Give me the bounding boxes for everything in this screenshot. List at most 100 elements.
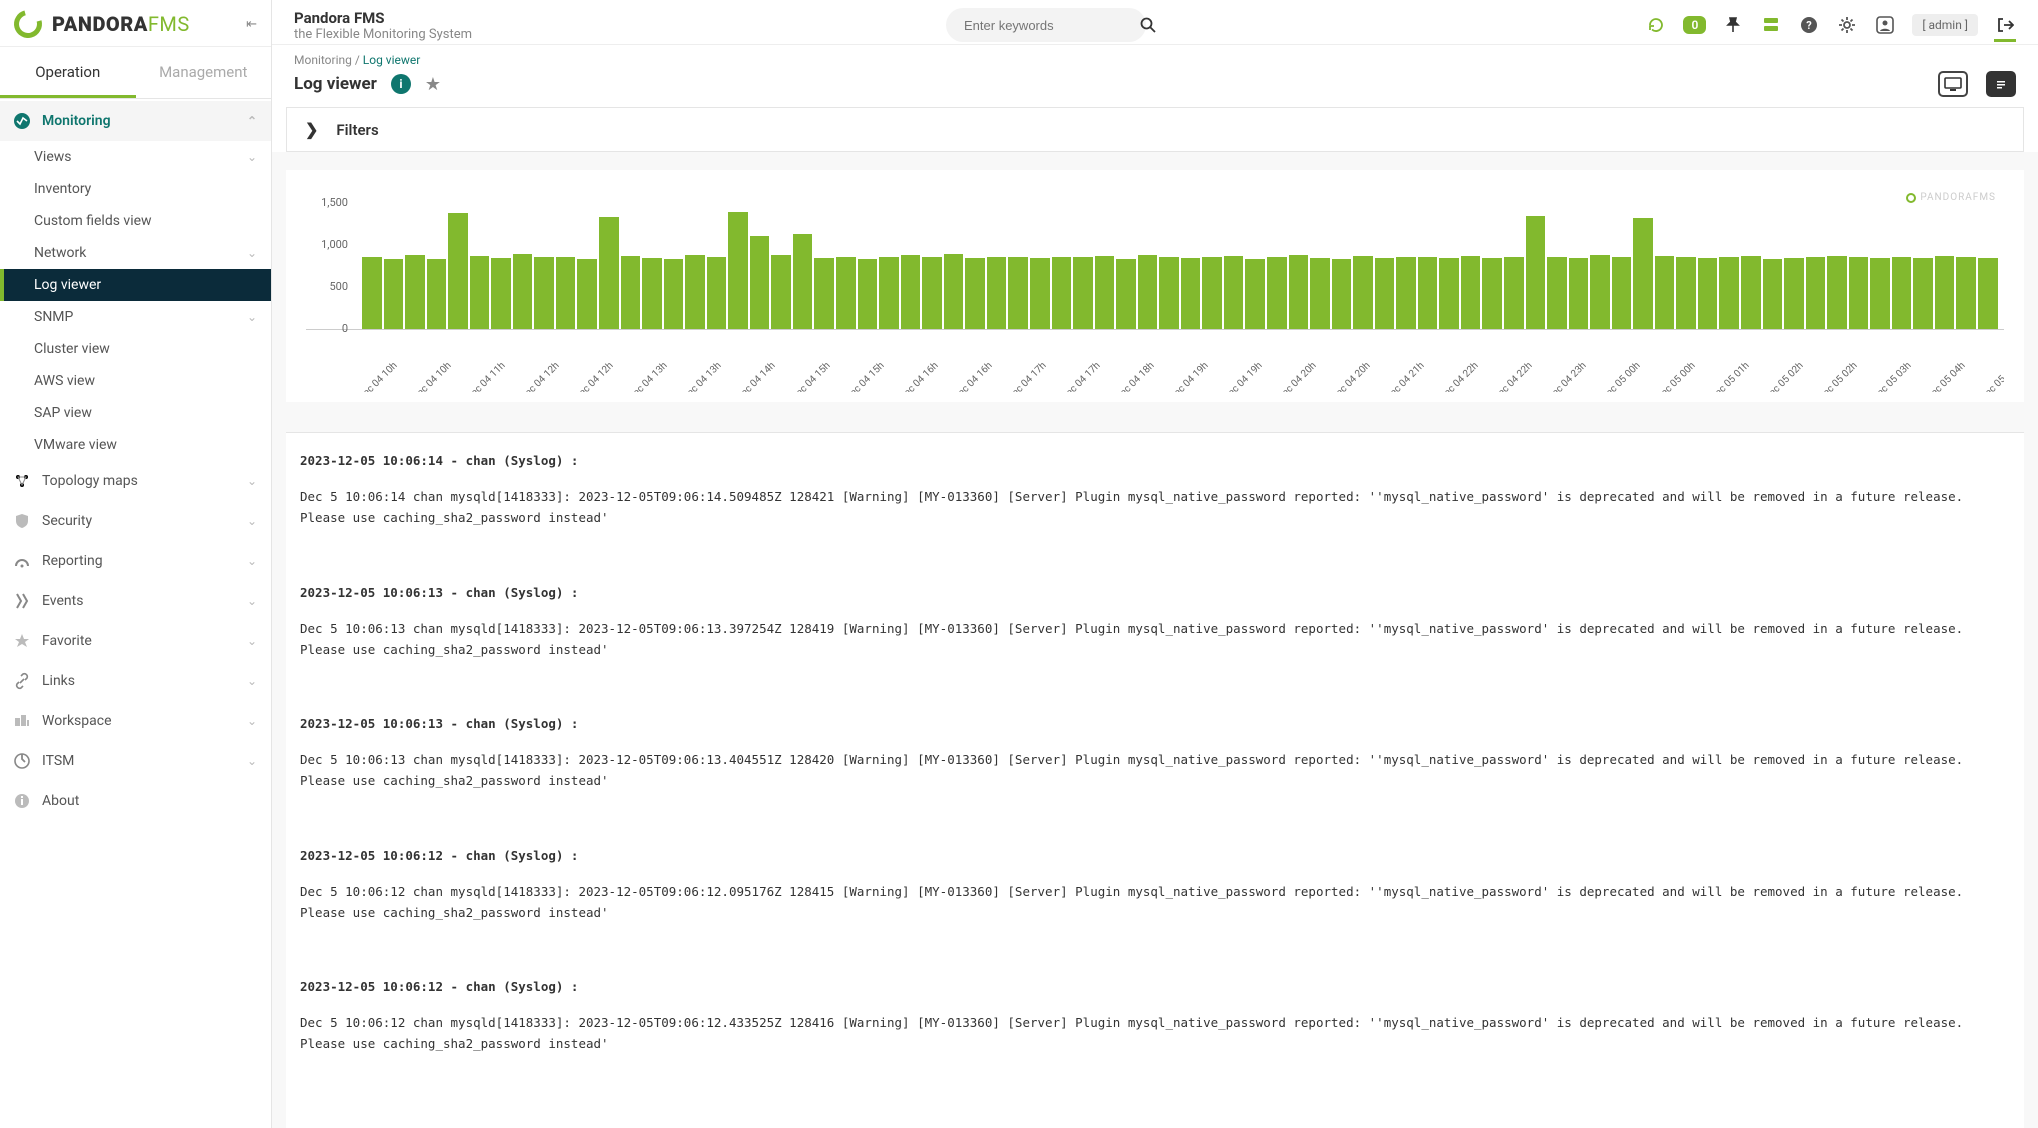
chart-bar[interactable] [491,258,511,329]
chart-bar[interactable] [1332,259,1352,329]
search-box[interactable] [946,8,1146,42]
user-icon[interactable] [1874,14,1896,36]
chart-bar[interactable] [1073,257,1093,329]
nav-item-log-viewer[interactable]: Log viewer [0,269,271,301]
nav-item-custom-fields-view[interactable]: Custom fields view [0,205,271,237]
chart-bar[interactable] [1590,255,1610,329]
nav-group-itsm[interactable]: ITSM⌄ [0,741,271,781]
chart-bar[interactable] [922,257,942,329]
chart-bar[interactable] [427,259,447,329]
chart-bar[interactable] [1504,257,1524,329]
chart-bar[interactable] [879,257,899,329]
filters-toggle[interactable]: ❯ Filters [286,107,2024,152]
chart-bar[interactable] [556,257,576,329]
chart-bar[interactable] [1375,258,1395,329]
nav-item-vmware-view[interactable]: VMware view [0,429,271,461]
info-icon[interactable]: i [391,74,411,94]
chart-bar[interactable] [1181,258,1201,329]
chart-bar[interactable] [642,258,662,329]
nav-item-cluster-view[interactable]: Cluster view [0,333,271,365]
chart-bar[interactable] [1289,255,1309,329]
chart-bar[interactable] [1159,257,1179,329]
chart-bar[interactable] [750,236,770,329]
nav-item-views[interactable]: Views⌄ [0,141,271,173]
chart-bar[interactable] [1353,256,1373,329]
nav-item-inventory[interactable]: Inventory [0,173,271,205]
gear-icon[interactable] [1836,14,1858,36]
chart-bar[interactable] [621,256,641,329]
chart-bar[interactable] [1526,216,1546,329]
chart-bar[interactable] [901,255,921,329]
chart-bar[interactable] [599,217,619,329]
search-input[interactable] [964,18,1140,33]
chart-bar[interactable] [1827,256,1847,329]
chart-bar[interactable] [1698,258,1718,329]
chart-bar[interactable] [1655,256,1675,329]
nav-section-monitoring[interactable]: Monitoring ⌃ [0,101,271,141]
nav-group-events[interactable]: Events⌄ [0,581,271,621]
chart-bar[interactable] [1913,258,1933,329]
chart-bar[interactable] [1482,258,1502,329]
refresh-icon[interactable] [1645,14,1667,36]
nav-item-aws-view[interactable]: AWS view [0,365,271,397]
chart-bar[interactable] [534,257,554,329]
nav-group-links[interactable]: Links⌄ [0,661,271,701]
user-label[interactable]: [ admin ] [1912,14,1978,36]
nav-group-reporting[interactable]: Reporting⌄ [0,541,271,581]
chart-bar[interactable] [1461,256,1481,329]
chart-bar[interactable] [1202,257,1222,329]
breadcrumb-current[interactable]: Log viewer [363,53,421,67]
chart-bar[interactable] [1030,258,1050,329]
chart-bar[interactable] [448,213,468,329]
nav-group-about[interactable]: About [0,781,271,821]
chart-bar[interactable] [1763,259,1783,329]
chart-bar[interactable] [1741,256,1761,329]
chart-bar[interactable] [1892,257,1912,329]
alert-count-badge[interactable]: 0 [1683,16,1706,34]
chart-bar[interactable] [858,259,878,329]
chart-bar[interactable] [1849,257,1869,329]
chart-bar[interactable] [944,254,964,329]
nav-group-security[interactable]: Security⌄ [0,501,271,541]
chart-bar[interactable] [1245,259,1265,329]
sidebar-collapse-icon[interactable]: ⇤ [246,17,257,32]
chart-bar[interactable] [1870,258,1890,329]
chart-bar[interactable] [1224,256,1244,329]
pin-icon[interactable] [1722,14,1744,36]
search-icon[interactable] [1140,14,1156,36]
server-status-icon[interactable] [1760,14,1782,36]
chart-bar[interactable] [1676,257,1696,329]
logout-icon[interactable] [1994,20,2016,42]
nav-item-snmp[interactable]: SNMP⌄ [0,301,271,333]
chart-bar[interactable] [1547,257,1567,329]
display-mode-icon[interactable] [1938,71,1968,97]
chart-bar[interactable] [470,256,490,329]
chart-bar[interactable] [1569,258,1589,329]
chart-bar[interactable] [1612,257,1632,329]
chart-bar[interactable] [1008,257,1028,329]
help-icon[interactable]: ? [1798,14,1820,36]
chart-bar[interactable] [1935,256,1955,329]
chart-bar[interactable] [1784,258,1804,329]
chart-bar[interactable] [1095,256,1115,329]
chart-bar[interactable] [1439,258,1459,329]
chart-bar[interactable] [707,257,727,329]
export-icon[interactable] [1986,71,2016,97]
chart-bar[interactable] [1956,257,1976,329]
chart-bar[interactable] [384,259,404,329]
chart-bar[interactable] [513,254,533,329]
favorite-star-icon[interactable]: ★ [425,74,441,95]
chart-bar[interactable] [1052,257,1072,329]
chart-bar[interactable] [728,212,748,329]
chart-bar[interactable] [1396,257,1416,329]
chart-bar[interactable] [1719,257,1739,329]
nav-group-favorite[interactable]: Favorite⌄ [0,621,271,661]
nav-item-sap-view[interactable]: SAP view [0,397,271,429]
nav-group-topology-maps[interactable]: Topology maps⌄ [0,461,271,501]
chart-bar[interactable] [814,258,834,329]
chart-bar[interactable] [965,258,985,329]
chart-bar[interactable] [1418,257,1438,329]
chart-bar[interactable] [1116,259,1136,329]
nav-item-network[interactable]: Network⌄ [0,237,271,269]
tab-management[interactable]: Management [136,47,272,98]
